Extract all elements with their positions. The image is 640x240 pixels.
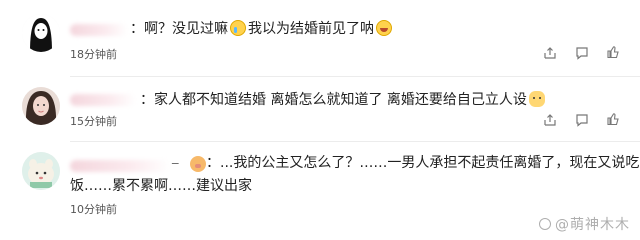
share-icon[interactable] [543,46,557,60]
comment-time: 10分钟前 [70,203,117,216]
comment-text-line2: 饭……累不累啊……建议出家 [70,178,252,194]
username-blurred[interactable] [70,24,128,36]
cat-emoji-icon [528,91,545,107]
username-suffix: _ [172,150,179,165]
like-icon[interactable] [606,112,620,126]
avatar[interactable] [22,87,60,125]
watermark-logo-icon [539,218,551,230]
divider [70,76,640,77]
comment-text: ：家人都不知道结婚 离婚怎么就知道了 离婚还要给自己立人设 [140,88,622,112]
pig-badge-icon [190,156,206,172]
comment-text: ：啊？没见过嘛 我以为结婚前见了呐 [130,17,622,41]
comment-text-line1: ：...我的公主又怎么了？……一男人承担不起责任离婚了，现在又说吃不下 [206,155,640,171]
username-blurred[interactable] [70,160,170,172]
username-blurred[interactable] [70,94,136,106]
share-icon[interactable] [543,113,557,127]
comment-icon[interactable] [575,46,589,60]
crying-laugh-emoji-icon [230,20,246,36]
avatar[interactable] [22,152,60,190]
avatar[interactable] [22,14,60,52]
divider [70,141,640,142]
comment-icon[interactable] [575,113,589,127]
comment-time: 18分钟前 [70,48,117,61]
laughing-emoji-icon [376,20,392,36]
watermark: @萌神木木 [539,214,630,234]
like-icon[interactable] [606,45,620,59]
comment-time: 15分钟前 [70,115,117,128]
